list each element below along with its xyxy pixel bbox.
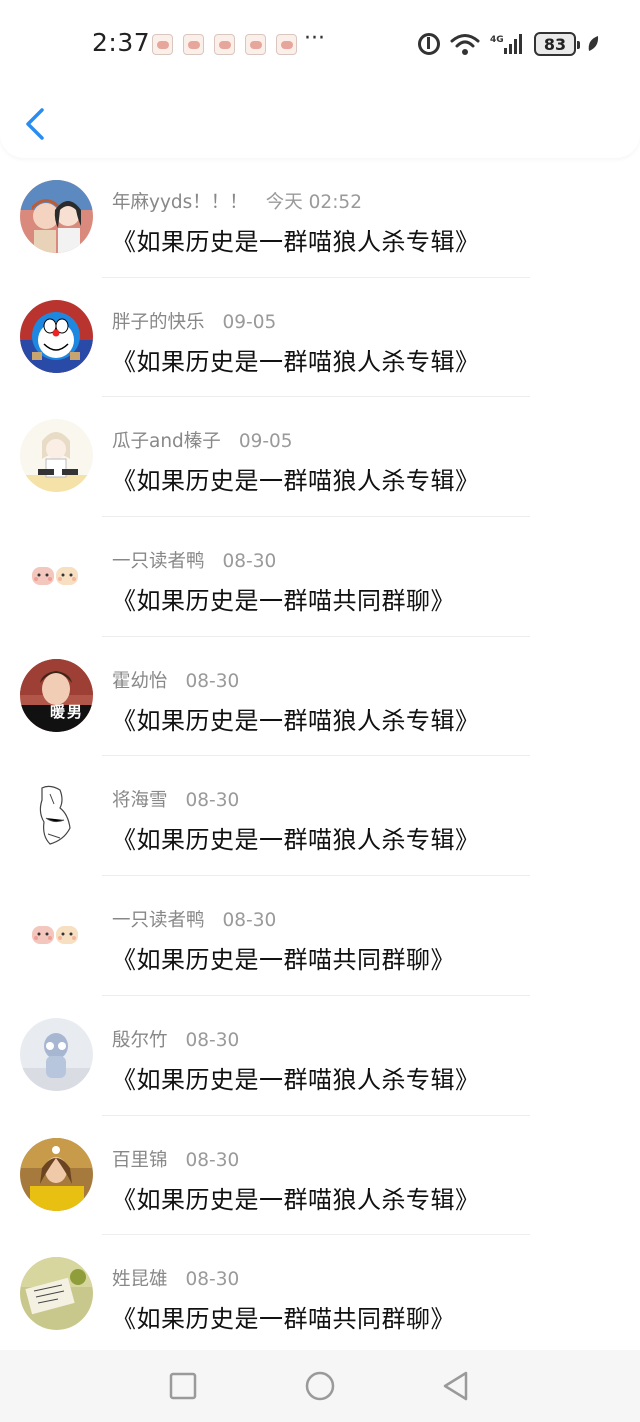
bread-cats-avatar[interactable] xyxy=(20,898,93,972)
leaf-icon xyxy=(588,36,599,51)
message-meta: 殷尔竹 08-30 xyxy=(112,1026,240,1052)
notification-app-icon xyxy=(214,34,235,55)
wifi-icon xyxy=(450,34,480,55)
notification-app-icon xyxy=(245,34,266,55)
message-item[interactable]: 殷尔竹 08-30 《如果历史是一群喵狼人杀专辑》 xyxy=(0,996,640,1116)
message-meta: 年麻yyds！！！ 今天 02:52 xyxy=(112,188,362,214)
message-meta: 一只读者鸭 08-30 xyxy=(112,906,277,932)
message-date: 08-30 xyxy=(185,1029,240,1051)
message-meta: 一只读者鸭 08-30 xyxy=(112,547,277,573)
battery-level: 83 xyxy=(543,34,567,54)
sender-name[interactable]: 瓜子and榛子 xyxy=(112,427,221,453)
message-item[interactable]: 姓昆雄 08-30 《如果历史是一群喵共同群聊》 xyxy=(0,1235,640,1355)
message-meta: 瓜子and榛子 09-05 xyxy=(112,427,293,453)
message-date: 09-05 xyxy=(222,311,277,333)
message-title: 《如果历史是一群喵狼人杀专辑》 xyxy=(112,826,480,855)
recent-apps-button[interactable] xyxy=(167,1370,199,1402)
message-title: 《如果历史是一群喵共同群聊》 xyxy=(112,946,455,975)
message-item[interactable]: 胖子的快乐 09-05 《如果历史是一群喵狼人杀专辑》 xyxy=(0,278,640,398)
message-title: 《如果历史是一群喵狼人杀专辑》 xyxy=(112,1185,480,1214)
app-root: 2:37 ··· 4G 83 年麻yyds！！！ 今天 02:52 《如果历史是… xyxy=(0,0,640,1422)
message-item[interactable]: 百里锦 08-30 《如果历史是一群喵狼人杀专辑》 xyxy=(0,1116,640,1236)
avatar-caption: 暖男 xyxy=(50,702,85,721)
message-list: 年麻yyds！！！ 今天 02:52 《如果历史是一群喵狼人杀专辑》 胖子的快乐 09… xyxy=(0,158,640,1355)
back-button[interactable] xyxy=(20,104,52,144)
message-item[interactable]: 将海雪 08-30 《如果历史是一群喵狼人杀专辑》 xyxy=(0,756,640,877)
message-date: 08-30 xyxy=(222,551,277,573)
message-meta: 姓昆雄 08-30 xyxy=(112,1265,240,1291)
notification-app-icon xyxy=(276,34,297,55)
doraemon-avatar[interactable] xyxy=(20,299,93,373)
message-date: 08-30 xyxy=(185,790,240,812)
message-meta: 将海雪 08-30 xyxy=(112,786,240,812)
header: 2:37 ··· 4G 83 xyxy=(0,0,640,158)
message-title: 《如果历史是一群喵狼人杀专辑》 xyxy=(112,467,480,496)
sender-name[interactable]: 一只读者鸭 xyxy=(112,906,205,932)
sender-name[interactable]: 殷尔竹 xyxy=(112,1026,168,1052)
message-title: 《如果历史是一群喵共同群聊》 xyxy=(112,1305,455,1334)
message-title: 《如果历史是一群喵共同群聊》 xyxy=(112,587,455,616)
toy-figure-avatar[interactable] xyxy=(20,1017,93,1091)
back-nav-button[interactable] xyxy=(440,1370,472,1402)
sender-name[interactable]: 一只读者鸭 xyxy=(112,547,205,573)
notification-icons xyxy=(152,34,297,55)
sender-name[interactable]: 百里锦 xyxy=(112,1146,168,1172)
home-button[interactable] xyxy=(304,1370,336,1402)
anime-girl-avatar[interactable] xyxy=(20,419,93,493)
system-icons: 4G 83 xyxy=(418,32,600,56)
message-date: 今天 02:52 xyxy=(265,192,362,213)
couple-anime-avatar[interactable] xyxy=(20,180,93,253)
sketch-avatar[interactable] xyxy=(20,778,93,852)
message-item[interactable]: 暖男 霍幼怡 08-30 《如果历史是一群喵狼人杀专辑》 xyxy=(0,637,640,757)
message-item[interactable]: 一只读者鸭 08-30 《如果历史是一群喵共同群聊》 xyxy=(0,876,640,996)
sender-name[interactable]: 年麻yyds！！！ xyxy=(112,188,248,214)
more-notifications-icon: ··· xyxy=(304,26,325,51)
message-date: 08-30 xyxy=(185,1269,240,1291)
sender-name[interactable]: 将海雪 xyxy=(112,786,168,812)
message-meta: 霍幼怡 08-30 xyxy=(112,667,240,693)
message-title: 《如果历史是一群喵狼人杀专辑》 xyxy=(112,706,480,735)
data-saver-icon xyxy=(418,33,440,55)
message-date: 08-30 xyxy=(185,1149,240,1171)
svg-text:4G: 4G xyxy=(490,35,504,45)
message-meta: 胖子的快乐 09-05 xyxy=(112,308,277,334)
sender-name[interactable]: 霍幼怡 xyxy=(112,667,168,693)
message-date: 08-30 xyxy=(222,910,277,932)
message-title: 《如果历史是一群喵狼人杀专辑》 xyxy=(112,347,480,376)
signal-4g-icon: 4G xyxy=(490,34,522,54)
notification-app-icon xyxy=(152,34,173,55)
message-title: 《如果历史是一群喵狼人杀专辑》 xyxy=(112,228,480,256)
boy-photo-avatar[interactable]: 暖男 xyxy=(20,658,93,732)
message-date: 08-30 xyxy=(185,670,240,692)
message-item[interactable]: 一只读者鸭 08-30 《如果历史是一群喵共同群聊》 xyxy=(0,517,640,637)
girl-photo-avatar[interactable] xyxy=(20,1137,93,1211)
message-meta: 百里锦 08-30 xyxy=(112,1146,240,1172)
bread-cats-avatar[interactable] xyxy=(20,539,93,613)
message-title: 《如果历史是一群喵狼人杀专辑》 xyxy=(112,1065,480,1094)
system-nav-bar xyxy=(0,1350,640,1422)
message-date: 09-05 xyxy=(238,431,293,453)
note-photo-avatar[interactable] xyxy=(20,1257,93,1331)
sender-name[interactable]: 胖子的快乐 xyxy=(112,308,205,334)
status-time: 2:37 xyxy=(92,28,151,57)
message-item[interactable]: 年麻yyds！！！ 今天 02:52 《如果历史是一群喵狼人杀专辑》 xyxy=(0,158,640,278)
status-bar: 2:37 ··· 4G 83 xyxy=(0,24,640,64)
message-item[interactable]: 瓜子and榛子 09-05 《如果历史是一群喵狼人杀专辑》 xyxy=(0,397,640,518)
sender-name[interactable]: 姓昆雄 xyxy=(112,1265,168,1291)
battery-icon: 83 xyxy=(534,32,580,56)
notification-app-icon xyxy=(183,34,204,55)
